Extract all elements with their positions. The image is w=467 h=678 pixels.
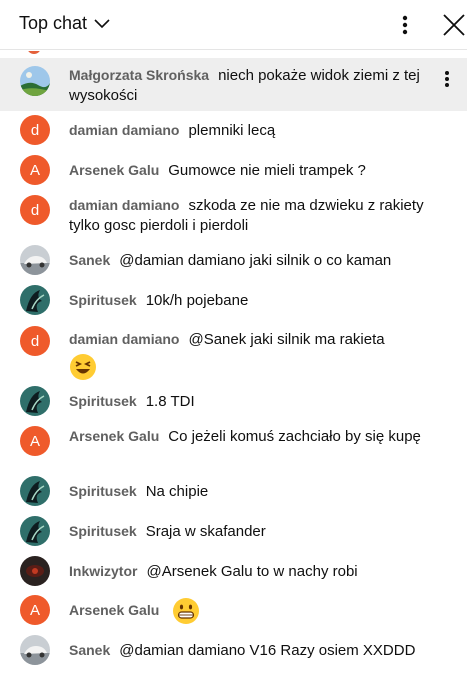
chat-message[interactable]: Spiritusek Na chipie bbox=[0, 476, 467, 506]
chat-message[interactable]: d damian damiano szkoda ze nie ma dzwieku… bbox=[0, 194, 467, 236]
avatar: d bbox=[20, 195, 50, 225]
avatar bbox=[20, 556, 50, 586]
chat-message[interactable]: d damian damiano plemniki lecą bbox=[0, 115, 467, 145]
author-name[interactable]: Spiritusek bbox=[69, 483, 137, 499]
chat-message[interactable]: A Arsenek Galu Gumowce nie mieli trampek … bbox=[0, 155, 467, 185]
chat-mode-label: Top chat bbox=[19, 13, 88, 33]
message-text: @damian damiano jaki silnik o co kaman bbox=[119, 252, 392, 269]
avatar: A bbox=[20, 595, 50, 625]
chat-message[interactable]: A Arsenek Galu Co jeżeli komuś zachciało … bbox=[0, 425, 467, 467]
avatar: d bbox=[20, 115, 50, 145]
message-menu-button[interactable] bbox=[437, 67, 457, 91]
avatar bbox=[20, 66, 50, 96]
message-text: 10k/h pojebane bbox=[145, 292, 249, 309]
author-name[interactable]: Małgorzata Skrońska bbox=[69, 67, 209, 83]
message-text: Co jeżeli komuś zachciało by się kupę bbox=[168, 428, 421, 445]
top-chat-dropdown[interactable]: Top chat bbox=[19, 13, 111, 34]
chat-header: Top chat bbox=[0, 0, 467, 50]
more-options-button[interactable] bbox=[394, 11, 416, 39]
avatar bbox=[20, 476, 50, 506]
avatar bbox=[20, 635, 50, 665]
avatar: A bbox=[20, 426, 50, 456]
chat-message[interactable]: Spiritusek Sraja w skafander bbox=[0, 516, 467, 546]
message-text: plemniki lecą bbox=[188, 122, 276, 139]
message-text: @Sanek jaki silnik ma rakieta bbox=[188, 331, 385, 348]
author-name[interactable]: Spiritusek bbox=[69, 393, 137, 409]
message-text: Gumowce nie mieli trampek ? bbox=[168, 162, 366, 179]
author-name[interactable]: damian damiano bbox=[69, 331, 179, 347]
message-text: 1.8 TDI bbox=[145, 393, 195, 410]
chevron-down-icon bbox=[94, 18, 110, 28]
author-name[interactable]: Inkwizytor bbox=[69, 563, 137, 579]
avatar bbox=[20, 245, 50, 275]
chat-message-list[interactable]: Małgorzata Skrońska niech pokaże widok zi… bbox=[0, 51, 467, 678]
avatar bbox=[27, 51, 41, 54]
author-name[interactable]: Sanek bbox=[69, 642, 110, 658]
close-chat-button[interactable] bbox=[440, 11, 467, 39]
author-name[interactable]: Spiritusek bbox=[69, 292, 137, 308]
grinning-face-emoji bbox=[173, 598, 200, 625]
vertical-dots-icon bbox=[445, 71, 449, 87]
close-icon bbox=[443, 14, 465, 36]
author-name[interactable]: damian damiano bbox=[69, 122, 179, 138]
chat-message[interactable]: Sanek @damian damiano V16 Razy osiem XXDD… bbox=[0, 635, 467, 665]
author-name[interactable]: Arsenek Galu bbox=[69, 602, 159, 618]
chat-message[interactable]: Inkwizytor @Arsenek Galu to w nachy robi bbox=[0, 556, 467, 586]
vertical-dots-icon bbox=[402, 15, 408, 35]
chat-message[interactable]: Spiritusek 1.8 TDI bbox=[0, 386, 467, 416]
avatar bbox=[20, 285, 50, 315]
laughing-face-emoji bbox=[70, 354, 96, 380]
message-text: Sraja w skafander bbox=[145, 523, 266, 540]
avatar bbox=[20, 386, 50, 416]
author-name[interactable]: Sanek bbox=[69, 252, 110, 268]
chat-message[interactable]: Sanek @damian damiano jaki silnik o co ka… bbox=[0, 245, 467, 275]
chat-message[interactable]: A Arsenek Galu bbox=[0, 595, 467, 625]
author-name[interactable]: Arsenek Galu bbox=[69, 428, 159, 444]
avatar: d bbox=[20, 326, 50, 356]
author-name[interactable]: Spiritusek bbox=[69, 523, 137, 539]
chat-message[interactable]: Małgorzata Skrońska niech pokaże widok zi… bbox=[0, 58, 467, 111]
avatar: A bbox=[20, 155, 50, 185]
message-text: Na chipie bbox=[145, 483, 209, 500]
message-text: @Arsenek Galu to w nachy robi bbox=[146, 563, 358, 580]
author-name[interactable]: damian damiano bbox=[69, 197, 179, 213]
avatar bbox=[20, 516, 50, 546]
chat-message[interactable]: Spiritusek 10k/h pojebane bbox=[0, 285, 467, 315]
author-name[interactable]: Arsenek Galu bbox=[69, 162, 159, 178]
chat-message[interactable]: d damian damiano @Sanek jaki silnik ma ra… bbox=[0, 325, 467, 380]
message-text: @damian damiano V16 Razy osiem XXDDD bbox=[119, 642, 416, 659]
